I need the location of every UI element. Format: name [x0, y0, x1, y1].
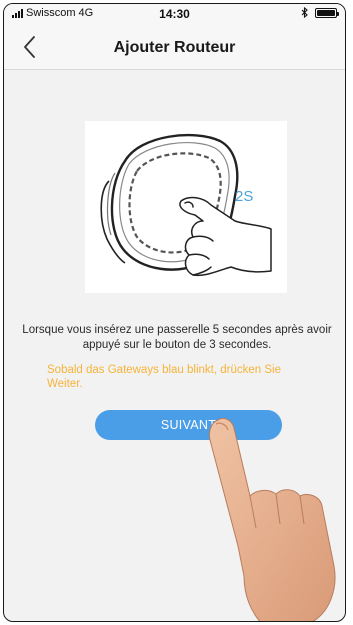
hint-text: Sobald das Gateways blau blinkt, drücken… — [47, 364, 281, 390]
timer-label: 2S — [235, 188, 253, 205]
navigation-bar: Ajouter Routeur — [4, 24, 345, 70]
router-press-image: 2S — [100, 133, 272, 277]
bluetooth-icon — [301, 7, 308, 18]
battery-icon — [315, 7, 339, 18]
status-bar: Swisscom 4G 14:30 — [4, 4, 345, 24]
status-right — [301, 7, 339, 18]
pointing-hand-icon — [209, 417, 336, 621]
page-title: Ajouter Routeur — [113, 39, 236, 56]
phone-screen: Swisscom 4G 14:30 Ajouter Routeur 2S Lor… — [3, 3, 346, 622]
router-button-illustration: 2S — [85, 121, 287, 293]
instruction-text: Lorsque vous insérez une passerelle 5 se… — [22, 324, 332, 351]
clock: 14:30 — [159, 7, 190, 21]
